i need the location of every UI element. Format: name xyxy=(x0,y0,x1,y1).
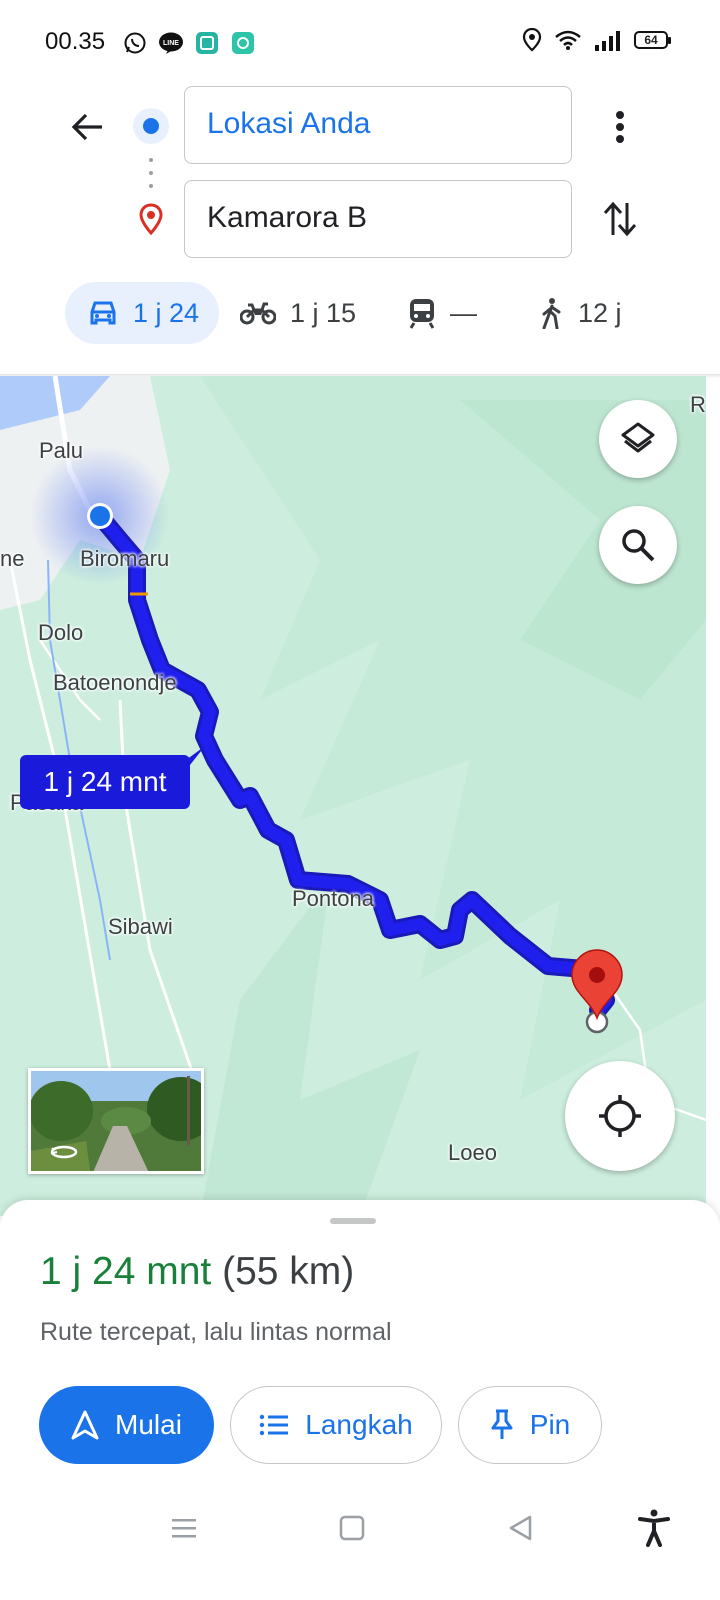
arrow-back-icon xyxy=(71,113,102,141)
list-icon xyxy=(260,1414,289,1436)
accessibility-button[interactable] xyxy=(636,1509,672,1547)
destination-pin-icon xyxy=(134,202,168,236)
map-label-batoenondje: Batoenondje xyxy=(53,670,177,695)
status-bar: 00.35 LINE 64 xyxy=(0,0,720,80)
mode-motorcycle-time: 1 j 15 xyxy=(290,297,357,328)
layers-icon xyxy=(621,422,655,453)
mode-driving-time: 1 j 24 xyxy=(133,297,200,328)
accessibility-icon xyxy=(638,1509,670,1547)
notification-icons: LINE xyxy=(122,30,256,56)
status-time: 00.35 xyxy=(45,28,106,55)
map-label-palu: Palu xyxy=(39,438,84,463)
menu-icon xyxy=(172,1519,196,1538)
layers-button[interactable] xyxy=(599,400,677,478)
mode-motorcycle[interactable]: 1 j 15 xyxy=(240,282,356,344)
steps-button[interactable]: Langkah xyxy=(230,1386,442,1464)
connector-dots xyxy=(149,158,153,188)
app-icon xyxy=(194,30,220,56)
origin-dot-icon xyxy=(133,108,169,144)
line-icon: LINE xyxy=(158,30,184,56)
whatsapp-icon xyxy=(122,30,148,56)
mode-transit-time: — xyxy=(450,297,477,328)
steps-label: Langkah xyxy=(305,1409,413,1440)
route-time: 1 j 24 mnt xyxy=(40,1250,212,1293)
svg-text:LINE: LINE xyxy=(163,40,179,47)
map-label-sibawi: Sibawi xyxy=(108,914,173,939)
travel-modes: 1 j 24 1 j 15 — 12 j xyxy=(0,282,720,346)
push-pin-icon xyxy=(491,1409,513,1439)
my-location-icon xyxy=(599,1095,641,1137)
back-button[interactable] xyxy=(60,100,114,154)
mode-walking[interactable]: 12 j xyxy=(538,282,622,344)
car-icon xyxy=(90,301,116,325)
more-options-button[interactable] xyxy=(598,100,642,154)
map-label-biromaru: Biromaru xyxy=(80,546,170,571)
route-description: Rute tercepat, lalu lintas normal xyxy=(40,1318,392,1346)
search-icon xyxy=(622,529,655,562)
signal-icon xyxy=(595,31,620,51)
location-icon xyxy=(522,28,542,52)
mode-transit[interactable]: — xyxy=(408,282,477,344)
battery-icon: 64 xyxy=(634,31,671,49)
route-actions: Mulai Langkah Pin xyxy=(0,1386,720,1466)
home-square-icon xyxy=(339,1515,365,1541)
swap-button[interactable] xyxy=(596,192,644,246)
nav-back-button[interactable] xyxy=(502,1510,538,1546)
map-label-loeo: Loeo xyxy=(448,1140,497,1165)
system-icons: 64 xyxy=(522,28,671,52)
pin-label: Pin xyxy=(529,1409,571,1440)
route-summary: 1 j 24 mnt (55 km) xyxy=(40,1250,354,1294)
mode-walking-time: 12 j xyxy=(578,297,622,328)
street-view-360-icon xyxy=(50,1145,78,1159)
origin-input[interactable]: Lokasi Anda xyxy=(184,86,572,164)
swap-vert-icon xyxy=(603,201,637,237)
transit-icon xyxy=(409,299,435,329)
app-icon-2 xyxy=(230,30,256,56)
sheet-drag-handle[interactable] xyxy=(330,1218,376,1224)
start-navigation-button[interactable]: Mulai xyxy=(39,1386,214,1464)
my-location-button[interactable] xyxy=(565,1061,675,1171)
system-nav-bar xyxy=(0,1490,720,1560)
map-label-r: R xyxy=(690,392,706,417)
nav-home-button[interactable] xyxy=(334,1510,370,1546)
street-view-thumbnail[interactable] xyxy=(28,1068,204,1174)
motorcycle-icon xyxy=(240,302,276,325)
more-vert-icon xyxy=(616,111,624,143)
destination-input[interactable]: Kamarora B xyxy=(184,180,572,258)
search-along-route-button[interactable] xyxy=(599,506,677,584)
mode-driving[interactable]: 1 j 24 xyxy=(65,282,220,344)
pin-button[interactable]: Pin xyxy=(458,1386,602,1464)
map-label-pontona: Pontona xyxy=(292,886,374,911)
start-label: Mulai xyxy=(115,1409,182,1440)
nav-menu-button[interactable] xyxy=(166,1510,202,1546)
route-distance: (55 km) xyxy=(222,1250,355,1293)
walk-icon xyxy=(542,298,561,329)
navigation-arrow-icon xyxy=(71,1410,99,1440)
back-triangle-icon xyxy=(509,1515,532,1541)
wifi-icon xyxy=(555,30,581,50)
route-duration-callout[interactable]: 1 j 24 mnt xyxy=(20,755,190,809)
map-label-ne: ne xyxy=(0,546,25,571)
map-label-dolo: Dolo xyxy=(38,620,84,645)
